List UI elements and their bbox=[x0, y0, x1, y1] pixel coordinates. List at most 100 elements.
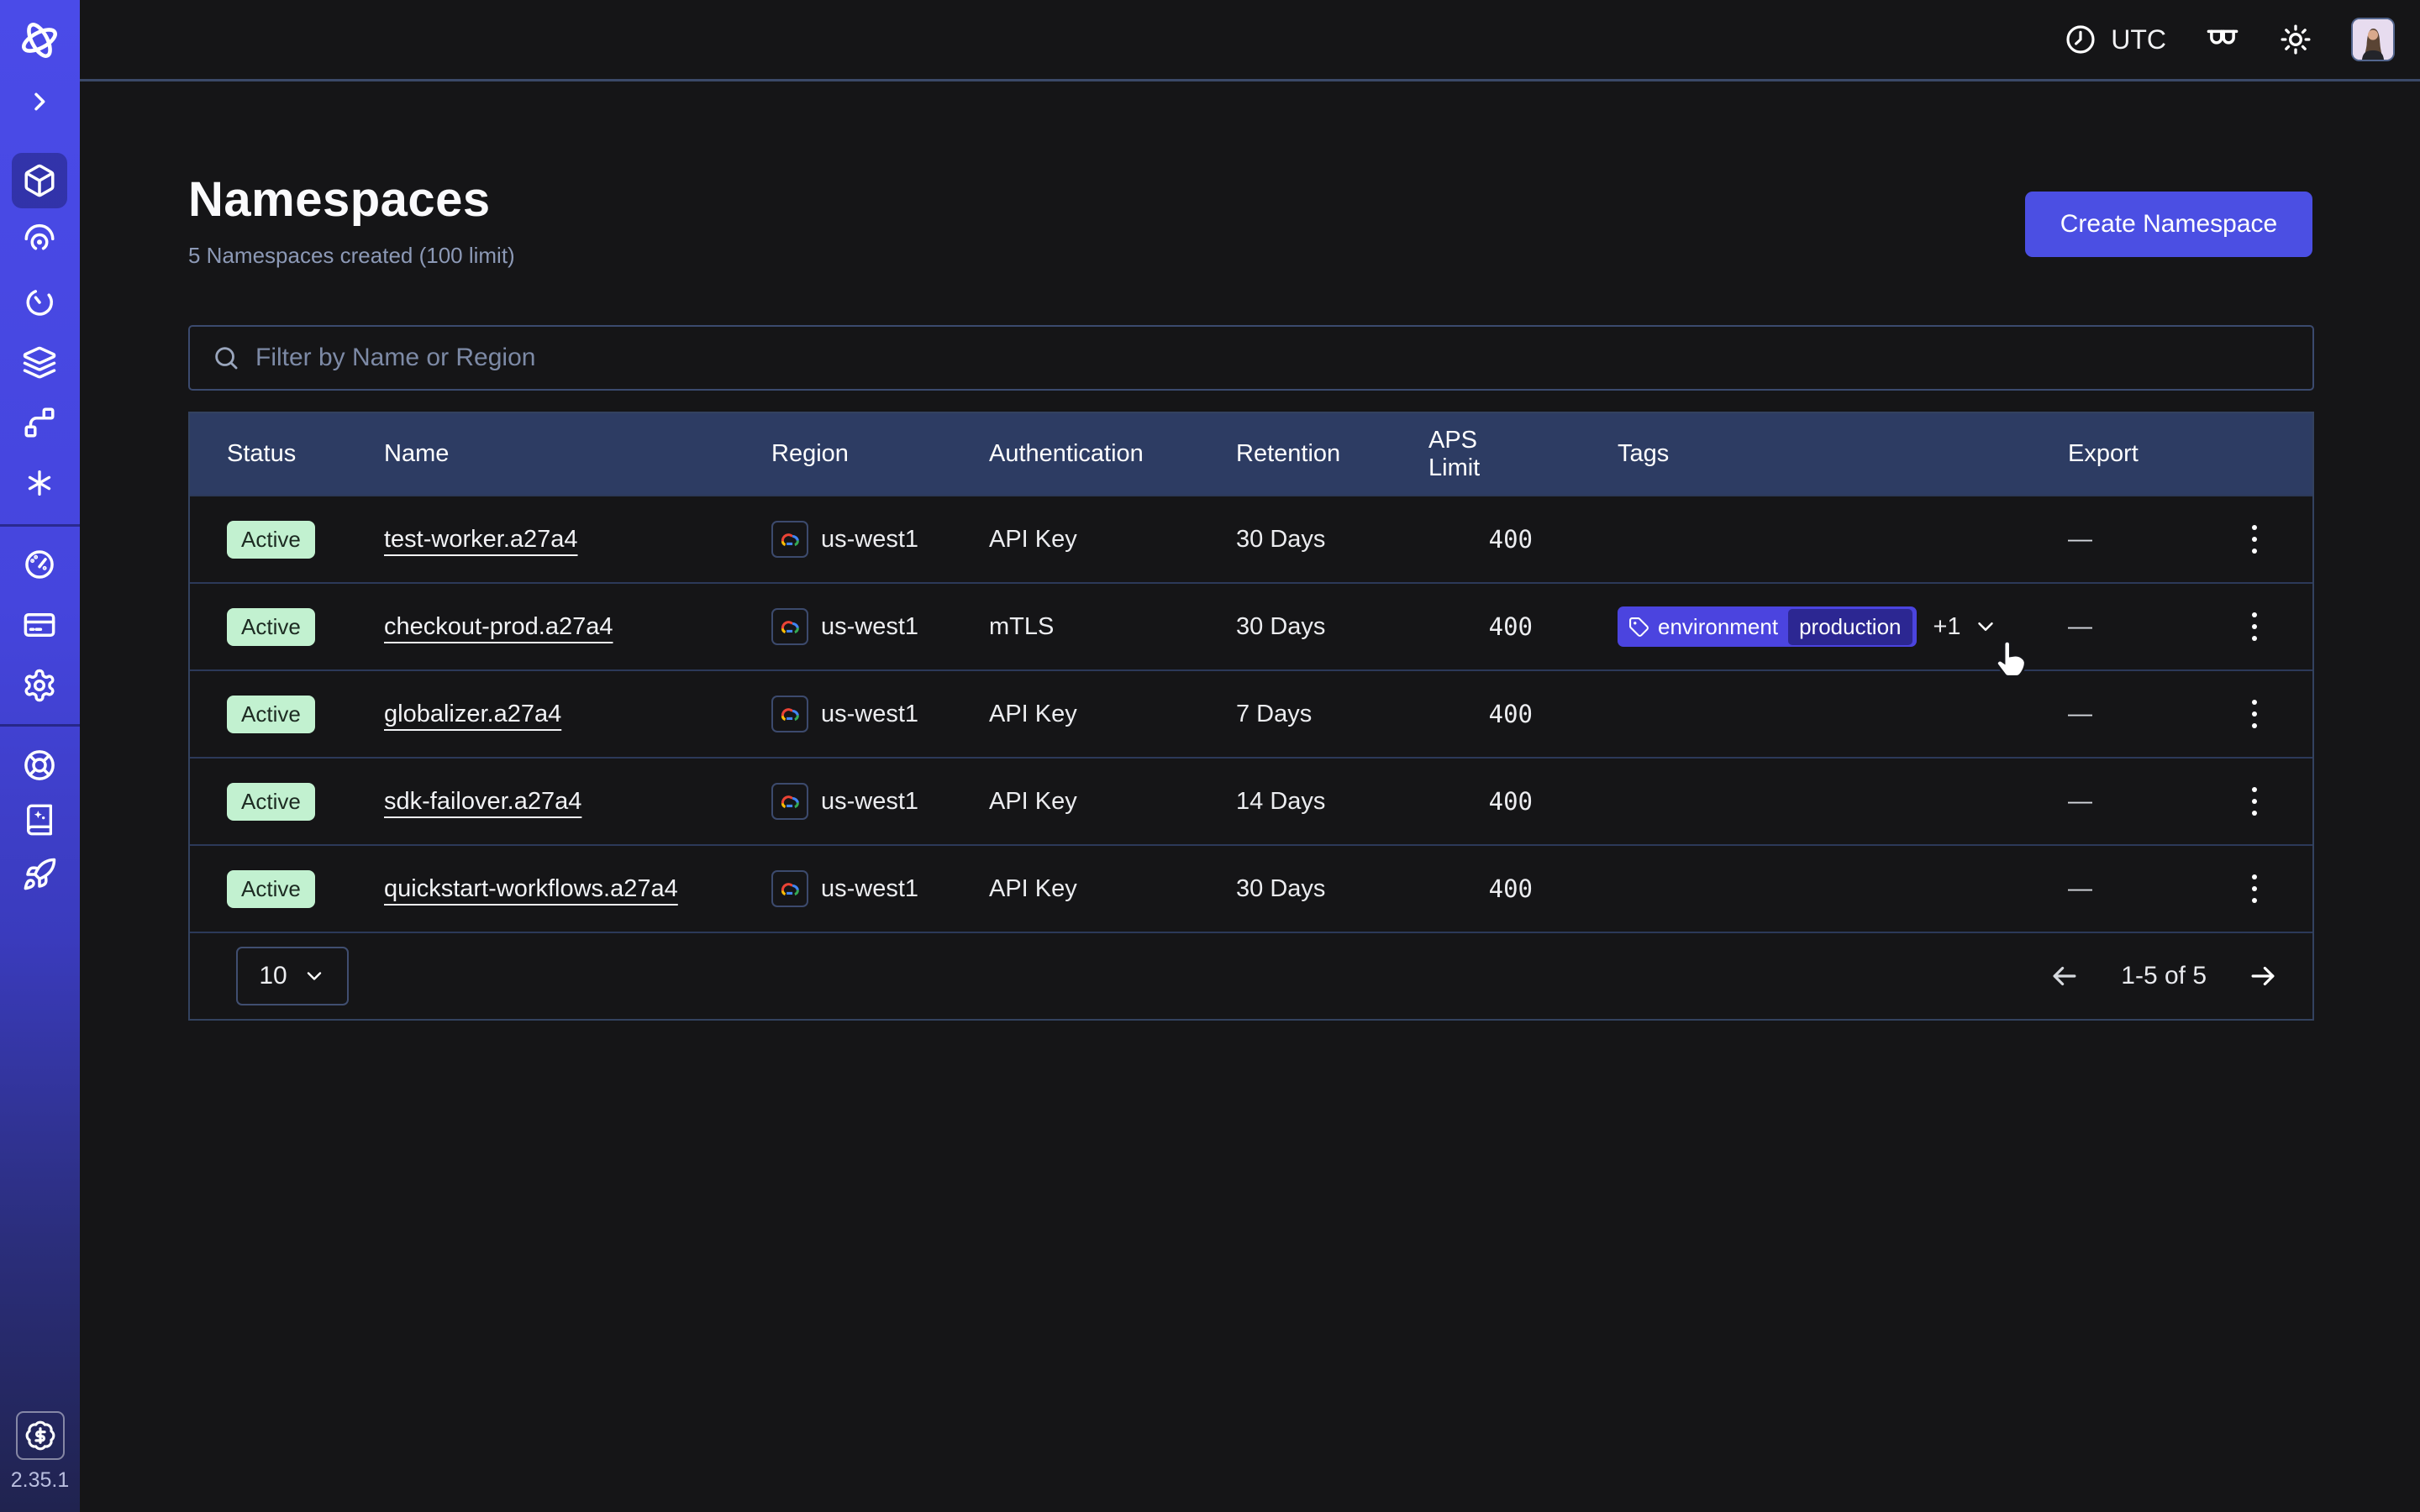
region-label: us-west1 bbox=[821, 526, 918, 554]
sidebar-item-settings[interactable] bbox=[12, 658, 67, 713]
prev-page-button[interactable] bbox=[2049, 960, 2081, 992]
region-label: us-west1 bbox=[821, 613, 918, 641]
col-authentication: Authentication bbox=[989, 440, 1236, 468]
monitoring-eye-icon bbox=[22, 223, 57, 259]
user-avatar[interactable] bbox=[2351, 18, 2395, 61]
status-badge: Active bbox=[227, 783, 315, 821]
retention-value: 7 Days bbox=[1236, 701, 1428, 728]
col-tags: Tags bbox=[1618, 440, 2068, 468]
region-label: us-west1 bbox=[821, 788, 918, 816]
retention-value: 14 Days bbox=[1236, 788, 1428, 816]
col-export: Export bbox=[2068, 440, 2196, 468]
export-value: — bbox=[2068, 526, 2196, 554]
row-menu-button[interactable] bbox=[2244, 866, 2265, 911]
create-namespace-button[interactable]: Create Namespace bbox=[2025, 192, 2312, 257]
gcp-region-icon bbox=[771, 696, 808, 732]
topbar: UTC bbox=[80, 0, 2420, 81]
branch-icon bbox=[22, 405, 57, 440]
tag-icon bbox=[1628, 617, 1649, 638]
gcp-region-icon bbox=[771, 870, 808, 907]
sidebar-divider bbox=[0, 524, 80, 527]
row-menu-button[interactable] bbox=[2244, 604, 2265, 649]
chevron-down-icon bbox=[302, 964, 326, 988]
main-content: Namespaces 5 Namespaces created (100 lim… bbox=[80, 84, 2420, 1512]
app-version: 2.35.1 bbox=[0, 1468, 80, 1493]
chevron-down-icon bbox=[1973, 614, 1998, 639]
page-size-value: 10 bbox=[259, 962, 287, 990]
gear-icon bbox=[22, 668, 57, 703]
aps-value: 400 bbox=[1428, 874, 1533, 903]
auth-value: API Key bbox=[989, 526, 1236, 554]
aps-value: 400 bbox=[1428, 612, 1533, 641]
layers-icon bbox=[22, 345, 57, 381]
auth-value: mTLS bbox=[989, 613, 1236, 641]
theme-toggle[interactable] bbox=[2279, 23, 2312, 56]
sidebar-item-batch[interactable] bbox=[12, 335, 67, 391]
export-value: — bbox=[2068, 788, 2196, 816]
namespace-link[interactable]: sdk-failover.a27a4 bbox=[384, 788, 581, 816]
namespace-link[interactable]: checkout-prod.a27a4 bbox=[384, 613, 613, 641]
gcp-region-icon bbox=[771, 608, 808, 645]
row-menu-button[interactable] bbox=[2244, 691, 2265, 737]
region-label: us-west1 bbox=[821, 875, 918, 903]
status-badge: Active bbox=[227, 608, 315, 646]
temporal-logo-icon[interactable] bbox=[12, 13, 67, 68]
timezone-label: UTC bbox=[2111, 24, 2166, 55]
asterisk-icon bbox=[23, 466, 56, 500]
expand-chevron-icon[interactable] bbox=[12, 74, 67, 129]
sidebar-item-usage[interactable] bbox=[12, 537, 67, 592]
retention-value: 30 Days bbox=[1236, 875, 1428, 903]
sidebar-item-namespaces[interactable] bbox=[12, 153, 67, 208]
plan-badge-button[interactable] bbox=[16, 1411, 65, 1460]
feedback-button[interactable] bbox=[2205, 22, 2240, 57]
col-region: Region bbox=[771, 440, 989, 468]
filter-bar bbox=[188, 325, 2314, 391]
status-badge: Active bbox=[227, 696, 315, 733]
sidebar: 2.35.1 bbox=[0, 0, 80, 1512]
next-page-button[interactable] bbox=[2247, 960, 2279, 992]
sidebar-item-integrations[interactable] bbox=[12, 455, 67, 511]
arrow-right-icon bbox=[2247, 960, 2279, 992]
aps-value: 400 bbox=[1428, 700, 1533, 728]
retention-value: 30 Days bbox=[1236, 613, 1428, 641]
dollar-badge-icon bbox=[24, 1420, 56, 1452]
search-icon bbox=[212, 344, 240, 372]
page-subtitle: 5 Namespaces created (100 limit) bbox=[188, 243, 515, 269]
table-row: Active quickstart-workflows.a27a4 us-wes… bbox=[190, 844, 2312, 932]
book-sparkle-icon bbox=[23, 803, 56, 837]
sidebar-divider bbox=[0, 724, 80, 727]
status-badge: Active bbox=[227, 521, 315, 559]
namespace-link[interactable]: test-worker.a27a4 bbox=[384, 526, 578, 554]
sidebar-item-getting-started[interactable] bbox=[12, 847, 67, 902]
page-size-select[interactable]: 10 bbox=[236, 947, 349, 1005]
tags-more-count: +1 bbox=[1933, 613, 1961, 641]
col-retention: Retention bbox=[1236, 440, 1428, 468]
sidebar-item-support[interactable] bbox=[12, 738, 67, 793]
sidebar-item-schedules[interactable] bbox=[12, 275, 67, 330]
tags-expander[interactable]: +1 bbox=[1933, 613, 1998, 641]
table-footer: 10 1-5 of 5 bbox=[190, 932, 2312, 1019]
namespace-link[interactable]: quickstart-workflows.a27a4 bbox=[384, 875, 678, 903]
table-row: Active test-worker.a27a4 us-west1 API Ke… bbox=[190, 495, 2312, 582]
sidebar-item-billing[interactable] bbox=[12, 597, 67, 653]
sidebar-item-monitoring[interactable] bbox=[12, 213, 67, 269]
page-title: Namespaces bbox=[188, 171, 491, 228]
aps-value: 400 bbox=[1428, 525, 1533, 554]
timezone-selector[interactable]: UTC bbox=[2064, 23, 2166, 56]
timer-icon bbox=[22, 285, 57, 320]
gcp-region-icon bbox=[771, 783, 808, 820]
sidebar-item-docs[interactable] bbox=[12, 792, 67, 848]
auth-value: API Key bbox=[989, 701, 1236, 728]
aps-value: 400 bbox=[1428, 787, 1533, 816]
gauge-icon bbox=[22, 547, 57, 582]
sidebar-item-nexus[interactable] bbox=[12, 395, 67, 450]
credit-card-icon bbox=[22, 607, 57, 643]
export-value: — bbox=[2068, 875, 2196, 903]
filter-input[interactable] bbox=[255, 344, 2291, 372]
table-row: Active checkout-prod.a27a4 us-west1 mTLS… bbox=[190, 582, 2312, 669]
row-menu-button[interactable] bbox=[2244, 517, 2265, 562]
row-menu-button[interactable] bbox=[2244, 779, 2265, 824]
tag-pill: environment production bbox=[1618, 606, 1917, 647]
namespace-link[interactable]: globalizer.a27a4 bbox=[384, 701, 561, 728]
tag-value: production bbox=[1788, 609, 1912, 645]
